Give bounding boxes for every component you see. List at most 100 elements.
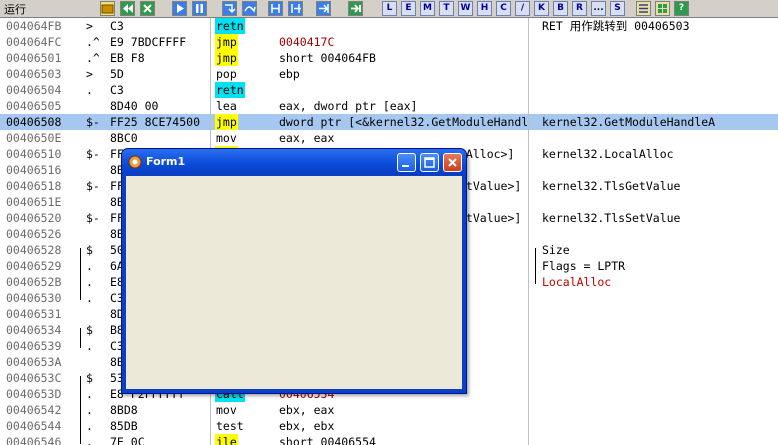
pause-icon[interactable] — [192, 1, 207, 16]
hex-cell: C3 — [110, 19, 124, 33]
run-trace-button[interactable]: ... — [591, 1, 606, 16]
step-over-icon[interactable] — [242, 1, 257, 16]
flag-cell: $- — [86, 147, 100, 161]
hex-cell: C3 — [110, 83, 124, 97]
execute-till-return-icon[interactable] — [316, 1, 331, 16]
references-button[interactable]: R — [572, 1, 587, 16]
disasm-row[interactable]: 004064FB > C3 retn RET 用作跳转到 00406503 — [0, 18, 778, 34]
address-cell: 00406526 — [6, 227, 62, 241]
disasm-row[interactable]: 00406503 >5D pop ebp — [0, 66, 778, 82]
disasm-row[interactable]: 00406542. 8BD8 mov ebx, eax — [0, 402, 778, 418]
flag-cell: $ — [86, 371, 93, 385]
flag-cell: .^ — [86, 51, 100, 65]
address-cell: 00406546 — [6, 435, 62, 445]
patches-button[interactable]: / — [515, 1, 530, 16]
source-button[interactable]: S — [610, 1, 625, 16]
disasm-row[interactable]: 00406546. 7E 0C jle short 00406554 — [0, 434, 778, 445]
hex-cell: 85DB — [110, 419, 138, 433]
restart-icon[interactable] — [120, 1, 135, 16]
operand-cell: ebx, eax — [279, 403, 335, 417]
mnemonic-cell: pop — [216, 67, 237, 81]
executable-modules-button[interactable]: E — [401, 1, 416, 16]
step-into-icon[interactable] — [222, 1, 237, 16]
operand-cell: eax, eax — [279, 131, 335, 145]
trace-over-icon[interactable] — [288, 1, 303, 16]
address-cell: 00406510 — [6, 147, 62, 161]
address-cell: 004064FB — [6, 19, 62, 33]
flag-cell: . — [86, 275, 93, 289]
address-cell: 0040651E — [6, 195, 62, 209]
flag-cell: $- — [86, 115, 100, 129]
windows-button[interactable]: W — [458, 1, 473, 16]
operand-cell: dword ptr [<&kernel32.GetModuleHandleA>] — [279, 115, 527, 129]
disasm-row[interactable]: 0040650E 8BC0 mov eax, eax — [0, 130, 778, 146]
mnemonic-cell: lea — [216, 99, 237, 113]
address-cell: 00406505 — [6, 99, 62, 113]
selected-row[interactable]: 00406508 $- FF25 8CE74500 jmp dword ptr [<&k… — [0, 114, 778, 130]
trace-into-icon[interactable] — [268, 1, 283, 16]
call-stack-button[interactable]: K — [534, 1, 549, 16]
form-window[interactable]: Form1 — [121, 148, 467, 394]
procedure-bracket — [80, 328, 85, 348]
disasm-row[interactable]: 004064FC .^ E9 7BDCFFFF jmp 0040417C — [0, 34, 778, 50]
flag-cell: $ — [86, 323, 93, 337]
disasm-row[interactable]: 00406501 .^ EB F8 jmp short 004064FB — [0, 50, 778, 66]
comment-cell: kernel32.TlsSetValue — [542, 211, 681, 225]
memory-map-button[interactable]: M — [420, 1, 435, 16]
address-cell: 0040653D — [6, 387, 62, 401]
toolbar: 运行 L E M T W H C / K B R ... S ? — [0, 0, 778, 18]
grid-icon[interactable] — [655, 1, 670, 16]
flag-cell: > — [86, 19, 93, 33]
hex-cell: E9 7BDCFFFF — [110, 35, 187, 49]
address-cell: 00406508 — [6, 115, 62, 129]
comment-cell: Flags = LPTR — [542, 259, 626, 273]
flag-cell: . — [86, 387, 93, 401]
form-title-bar[interactable]: Form1 — [122, 149, 466, 175]
flag-cell: . — [86, 83, 93, 97]
operand-cell: short 004064FB — [279, 51, 376, 65]
handles-button[interactable]: H — [477, 1, 492, 16]
disasm-row[interactable]: 00406505 8D40 00 lea eax, dword ptr [eax] — [0, 98, 778, 114]
minimize-button[interactable] — [397, 153, 416, 172]
log-window-button[interactable]: L — [382, 1, 397, 16]
flag-cell: $- — [86, 179, 100, 193]
address-cell: 0040653A — [6, 355, 62, 369]
operand-cell: ebp — [279, 67, 300, 81]
threads-button[interactable]: T — [439, 1, 454, 16]
disasm-row[interactable]: 00406544. 85DB test ebx, ebx — [0, 418, 778, 434]
close-process-icon[interactable] — [140, 1, 155, 16]
maximize-button[interactable] — [420, 153, 439, 172]
comment-cell: kernel32.LocalAlloc — [542, 147, 674, 161]
goto-icon[interactable] — [348, 1, 363, 16]
disasm-row[interactable]: 00406504. C3 retn — [0, 82, 778, 98]
hex-cell: 8BD8 — [110, 403, 138, 417]
mnemonic-cell: jmp — [215, 34, 238, 50]
procedure-bracket — [80, 376, 85, 444]
comment-cell: LocalAlloc — [542, 275, 612, 289]
flag-cell: $ — [86, 243, 93, 257]
cpu-button[interactable]: C — [496, 1, 511, 16]
hex-cell: FF25 8CE74500 — [110, 115, 201, 129]
breakpoints-button[interactable]: B — [553, 1, 568, 16]
flag-cell: .^ — [86, 35, 100, 49]
flag-cell: > — [86, 67, 93, 81]
app-icon — [128, 155, 142, 169]
form-client-area[interactable] — [126, 176, 462, 389]
address-cell: 00406534 — [6, 323, 62, 337]
hex-cell: 8BC0 — [110, 131, 138, 145]
form-title: Form1 — [146, 155, 186, 168]
procedure-bracket — [80, 248, 85, 300]
close-button[interactable] — [443, 153, 462, 172]
status-label: 运行 — [4, 3, 26, 16]
address-cell: 00406530 — [6, 291, 62, 305]
hex-cell: EB F8 — [110, 51, 145, 65]
operand-cell: short 00406554 — [279, 435, 376, 445]
mnemonic-cell: test — [216, 419, 244, 433]
address-cell: 0040653C — [6, 371, 62, 385]
list-icon[interactable] — [636, 1, 651, 16]
run-icon[interactable] — [172, 1, 187, 16]
flag-cell: . — [86, 419, 93, 433]
help-icon[interactable]: ? — [674, 1, 689, 16]
address-cell: 00406531 — [6, 307, 62, 321]
open-icon[interactable] — [100, 1, 115, 16]
